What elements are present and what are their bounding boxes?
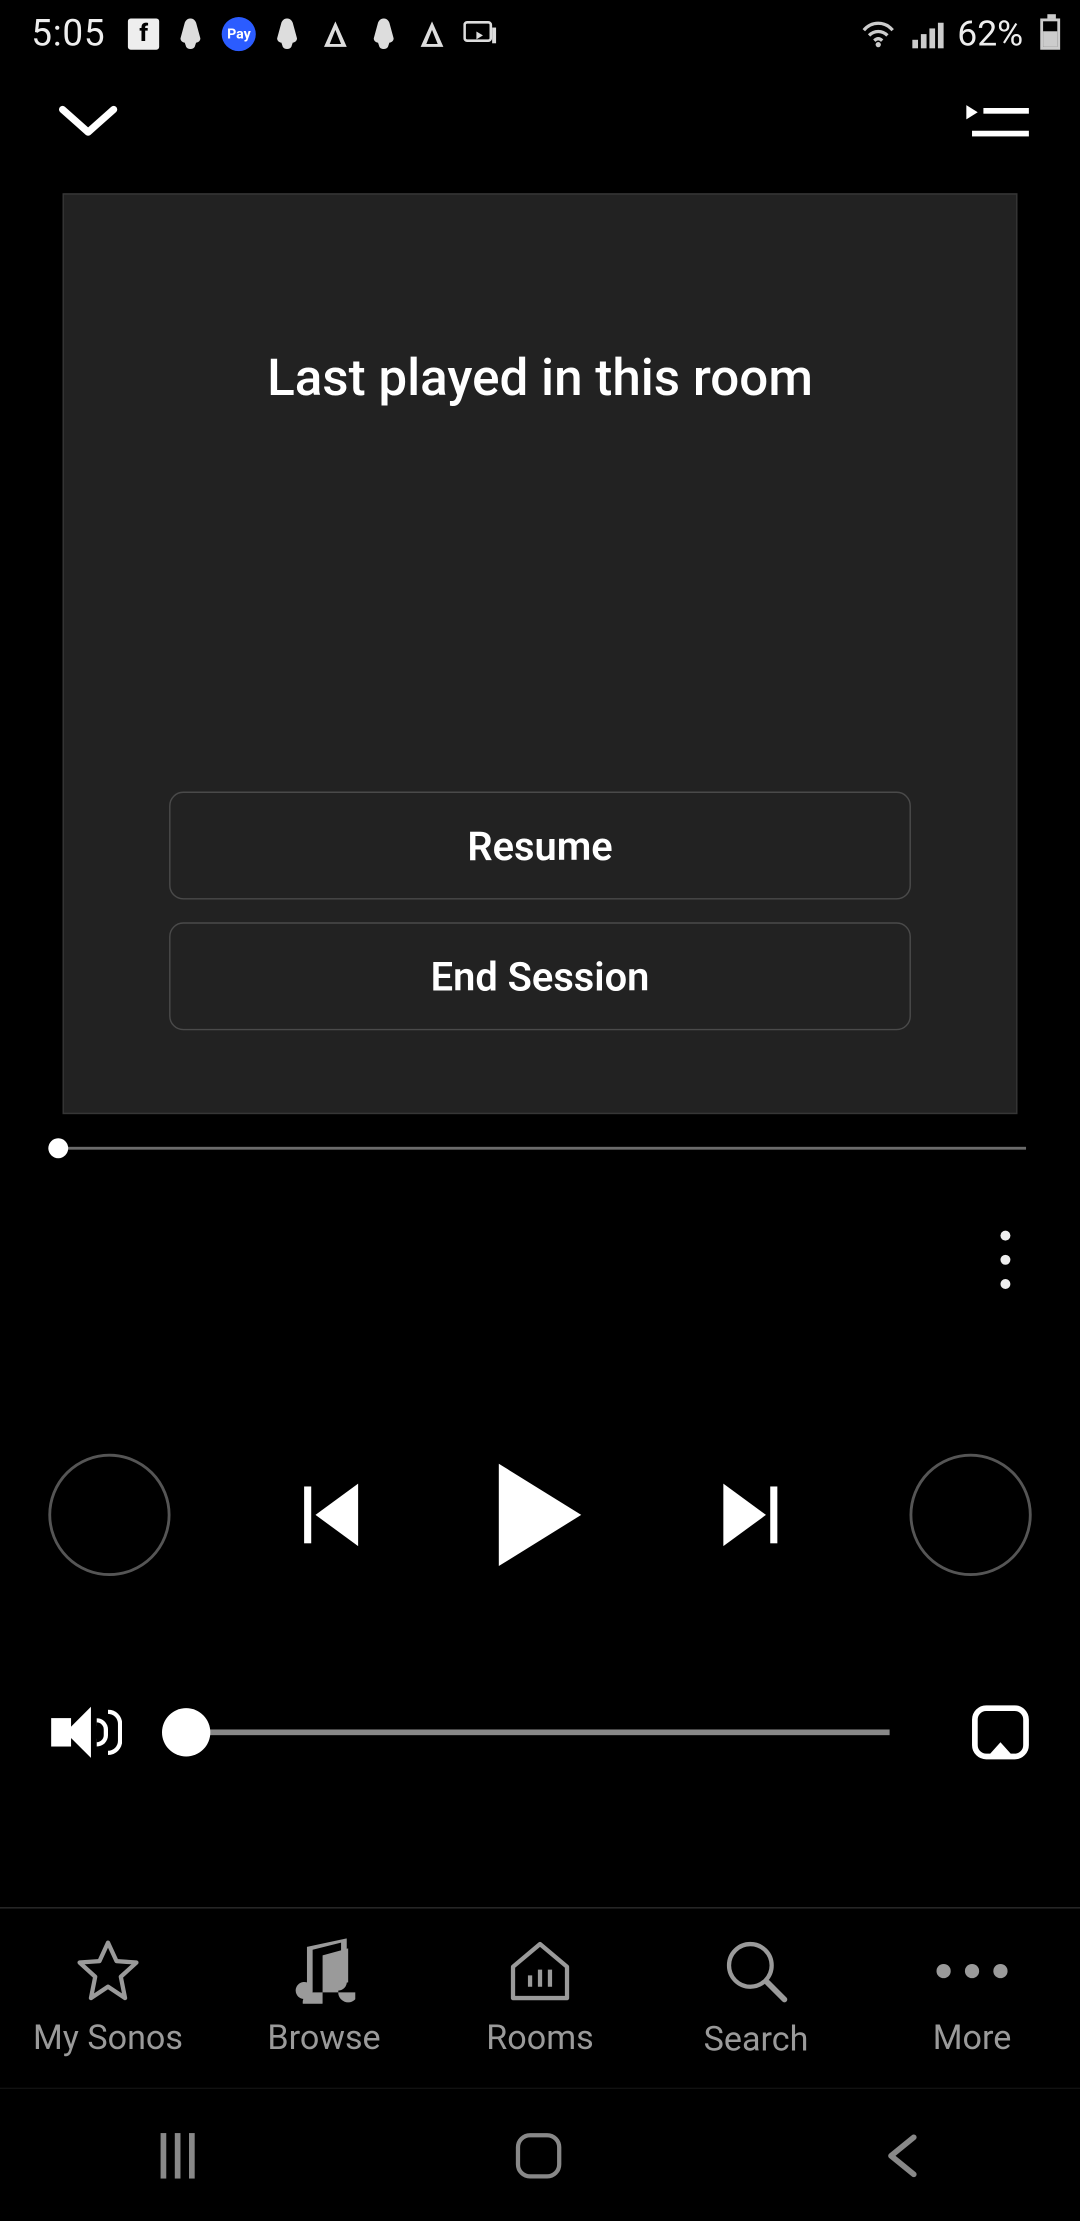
- volume-slider[interactable]: [165, 1729, 890, 1735]
- playback-progress-slider[interactable]: [54, 1134, 1026, 1162]
- samsung-pay-icon: Pay: [222, 17, 256, 51]
- tab-my-sonos[interactable]: My Sonos: [0, 1909, 216, 2088]
- tab-label: Search: [704, 2019, 809, 2059]
- volume-icon[interactable]: [51, 1701, 125, 1764]
- more-icon: [937, 1938, 1008, 2003]
- android-nav-bar: [0, 2090, 1080, 2221]
- tab-browse[interactable]: Browse: [216, 1909, 432, 2088]
- volume-row: [0, 1701, 1080, 1764]
- android-status-bar: 5:05 f Pay 62%: [0, 0, 1080, 68]
- facebook-notif-icon: f: [128, 18, 159, 49]
- tab-label: Browse: [267, 2018, 380, 2058]
- resume-button[interactable]: Resume: [169, 792, 911, 900]
- queue-button[interactable]: [969, 102, 1029, 142]
- end-session-button[interactable]: End Session: [169, 922, 911, 1030]
- notif-icon-2: [270, 17, 304, 51]
- notif-icon-3: [319, 17, 353, 51]
- tab-label: My Sonos: [33, 2018, 183, 2058]
- wifi-icon: [861, 17, 895, 51]
- next-track-button[interactable]: [714, 1484, 777, 1547]
- android-home-button[interactable]: [516, 2133, 561, 2178]
- progress-thumb[interactable]: [48, 1138, 68, 1158]
- collapse-player-button[interactable]: [57, 104, 120, 141]
- music-note-icon: [293, 1938, 356, 2003]
- tab-search[interactable]: Search: [648, 1909, 864, 2088]
- previous-track-button[interactable]: [303, 1484, 366, 1547]
- android-back-button[interactable]: [883, 2132, 920, 2180]
- notif-icon-5: [415, 17, 449, 51]
- output-device-button[interactable]: [972, 1705, 1029, 1759]
- tab-rooms[interactable]: Rooms: [432, 1909, 648, 2088]
- player-header: [0, 68, 1080, 176]
- cast-notif-icon: [463, 17, 497, 51]
- status-clock: 5:05: [31, 13, 105, 56]
- notif-icon: [174, 17, 208, 51]
- status-left: 5:05 f Pay: [31, 13, 497, 56]
- end-session-button-label: End Session: [431, 953, 650, 1000]
- session-card: Last played in this room Resume End Sess…: [63, 193, 1018, 1114]
- bottom-tab-bar: My Sonos Browse Rooms Search More: [0, 1907, 1080, 2089]
- session-card-title: Last played in this room: [64, 348, 1016, 408]
- rooms-icon: [504, 1938, 575, 2003]
- battery-icon: [1040, 18, 1060, 49]
- android-recents-button[interactable]: [161, 2133, 195, 2178]
- transport-controls: [0, 1454, 1080, 1576]
- tab-label: More: [933, 2018, 1012, 2058]
- repeat-placeholder[interactable]: [910, 1454, 1032, 1576]
- cell-signal-icon: [909, 20, 943, 48]
- star-icon: [74, 1938, 142, 2003]
- tab-more[interactable]: More: [864, 1909, 1080, 2088]
- resume-button-label: Resume: [467, 822, 612, 869]
- search-icon: [722, 1937, 790, 2005]
- track-more-button[interactable]: [986, 1231, 1023, 1289]
- play-button[interactable]: [499, 1464, 581, 1566]
- shuffle-placeholder[interactable]: [48, 1454, 170, 1576]
- volume-thumb[interactable]: [162, 1708, 210, 1756]
- notif-icon-4: [367, 17, 401, 51]
- status-right: 62%: [861, 14, 1061, 55]
- battery-percent: 62%: [957, 14, 1023, 55]
- tab-label: Rooms: [486, 2018, 593, 2058]
